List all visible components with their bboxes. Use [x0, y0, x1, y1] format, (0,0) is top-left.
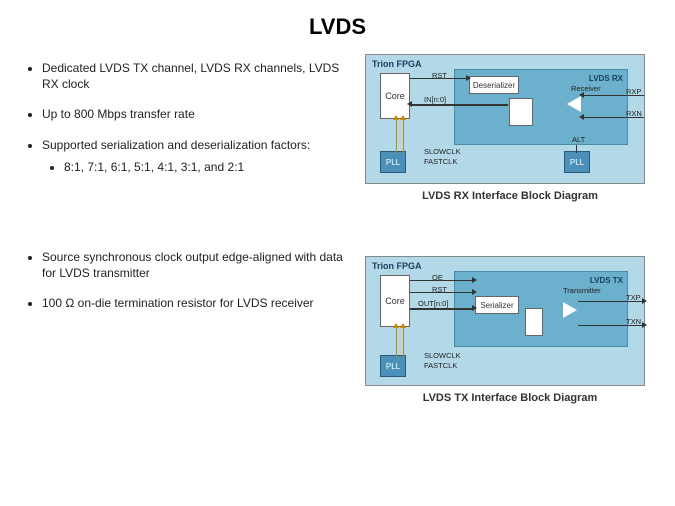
lvds-tx-block: LVDS TX Serializer Transmitter	[454, 271, 628, 347]
bullet-list-bottom: Source synchronous clock output edge-ali…	[20, 249, 355, 312]
bullet-list-top: Dedicated LVDS TX channel, LVDS RX chann…	[20, 60, 355, 175]
slowclk-label: SLOWCLK	[424, 147, 461, 156]
serializer-block: Serializer	[475, 296, 519, 314]
bullet-item: Dedicated LVDS TX channel, LVDS RX chann…	[42, 60, 355, 92]
text-column: Dedicated LVDS TX channel, LVDS RX chann…	[20, 48, 355, 422]
receiver-triangle-icon	[567, 96, 581, 112]
transmitter-triangle-icon	[563, 302, 577, 318]
core-block: Core	[380, 275, 410, 327]
pll-block-left: PLL	[380, 151, 406, 173]
bullet-item: Supported serialization and deserializat…	[42, 137, 355, 175]
deserializer-block: Deserializer	[469, 76, 519, 94]
fpga-label: Trion FPGA	[372, 59, 422, 69]
bullet-item: Up to 800 Mbps transfer rate	[42, 106, 355, 122]
fastclk-label: FASTCLK	[424, 361, 457, 370]
page-title: LVDS	[0, 0, 675, 48]
transmitter-label: Transmitter	[563, 286, 601, 295]
tx-caption: LVDS TX Interface Block Diagram	[365, 392, 655, 404]
clock-line	[396, 327, 397, 357]
fpga-label: Trion FPGA	[372, 261, 422, 271]
bullet-text: Supported serialization and deserializat…	[42, 138, 310, 152]
slowclk-label: SLOWCLK	[424, 351, 461, 360]
demux-block	[509, 98, 533, 126]
diagram-column: Trion FPGA Core PLL LVDS RX Deserializer…	[365, 48, 655, 422]
bullet-item: Source synchronous clock output edge-ali…	[42, 249, 355, 281]
lvds-rx-diagram: Trion FPGA Core PLL LVDS RX Deserializer…	[365, 54, 645, 184]
lvds-tx-diagram: Trion FPGA Core PLL LVDS TX Serializer T…	[365, 256, 645, 386]
out-label: OUT[n:0]	[418, 299, 448, 308]
clock-line	[403, 119, 404, 153]
receiver-label: Receiver	[571, 84, 601, 93]
content-row: Dedicated LVDS TX channel, LVDS RX chann…	[0, 48, 675, 422]
pll-block-right: PLL	[564, 151, 590, 173]
sub-bullet-item: 8:1, 7:1, 6:1, 5:1, 4:1, 3:1, and 2:1	[64, 159, 355, 175]
in-label: IN[n:0]	[424, 95, 446, 104]
sub-bullet-list: 8:1, 7:1, 6:1, 5:1, 4:1, 3:1, and 2:1	[42, 159, 355, 175]
lvds-rx-block: LVDS RX Deserializer Receiver	[454, 69, 628, 145]
mux-block	[525, 308, 543, 336]
pll-block-left: PLL	[380, 355, 406, 377]
clock-line	[396, 119, 397, 153]
fastclk-label: FASTCLK	[424, 157, 457, 166]
alt-label: ALT	[572, 135, 585, 144]
bullet-item: 100 Ω on-die termination resistor for LV…	[42, 295, 355, 311]
rx-caption: LVDS RX Interface Block Diagram	[365, 190, 655, 202]
clock-line	[403, 327, 404, 357]
core-block: Core	[380, 73, 410, 119]
